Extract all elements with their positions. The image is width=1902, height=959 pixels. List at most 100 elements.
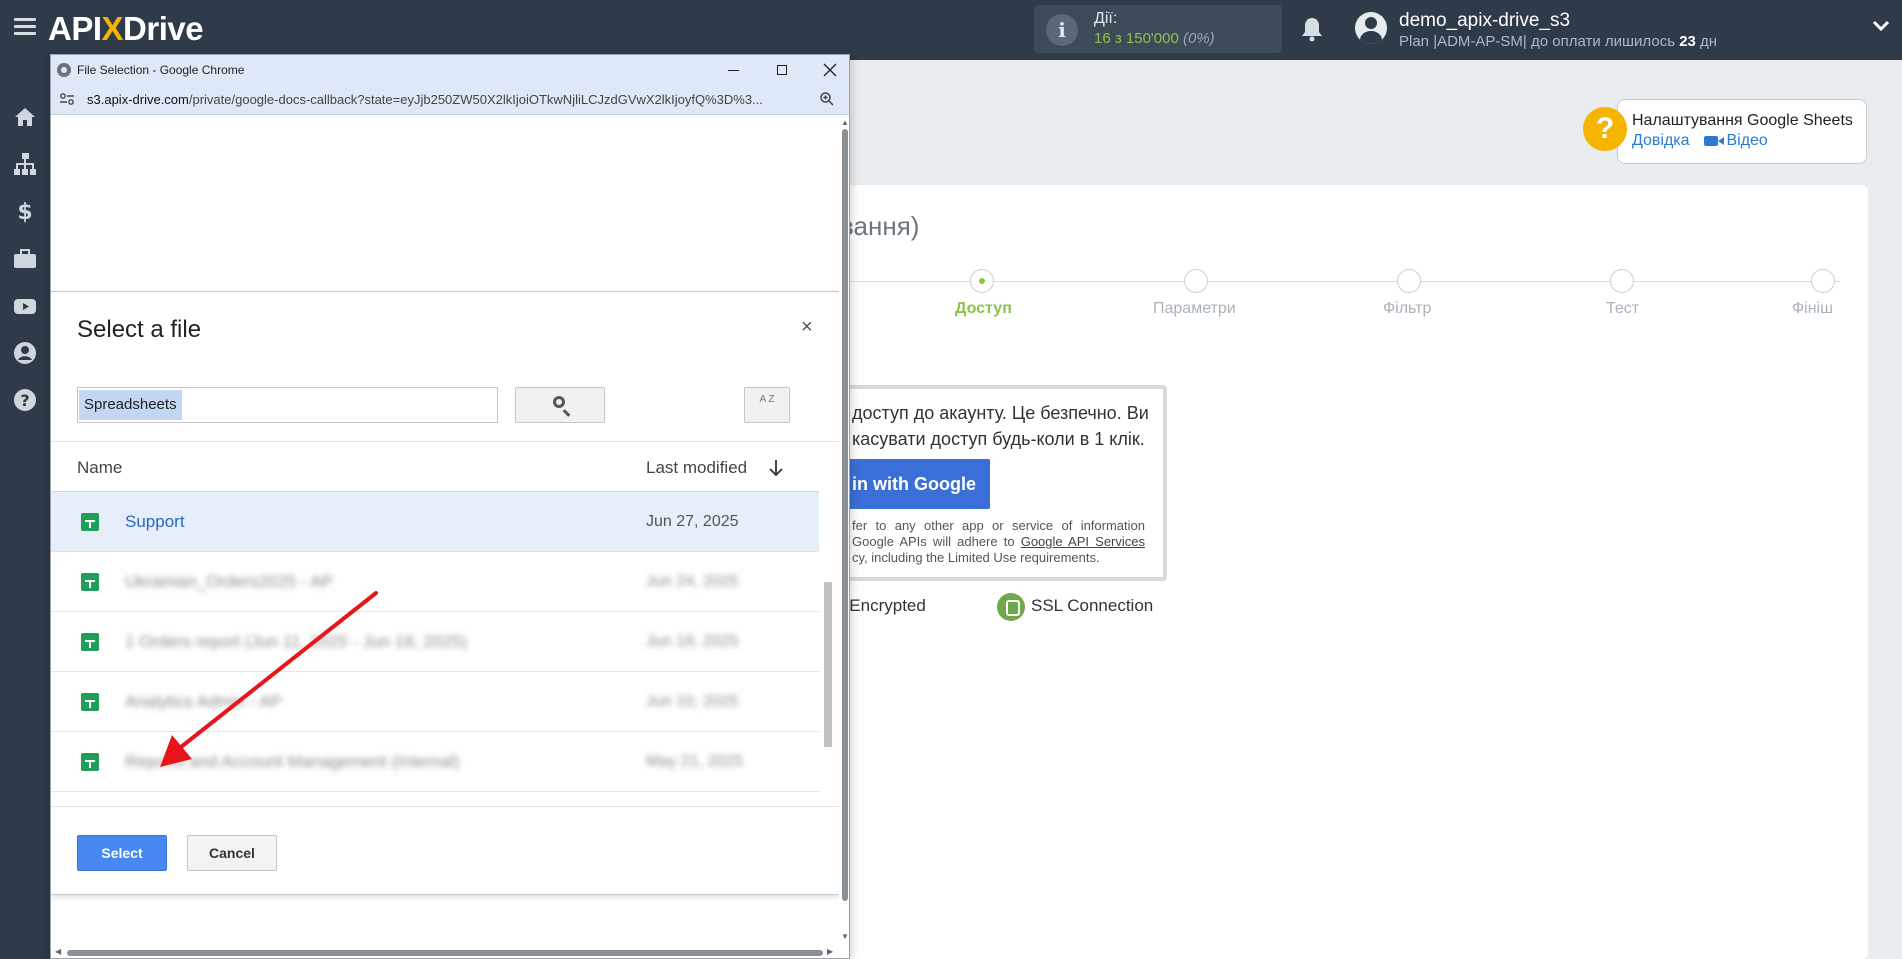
step-dot-filter[interactable]: [1397, 269, 1421, 293]
step-dot-test[interactable]: [1610, 269, 1634, 293]
username[interactable]: demo_apix-drive_s3: [1399, 10, 1570, 32]
scroll-left-icon[interactable]: ◀: [55, 947, 61, 956]
help-title: Налаштування Google Sheets: [1632, 112, 1853, 129]
url-text[interactable]: s3.apix-drive.com/private/google-docs-ca…: [87, 92, 847, 107]
step-label-test[interactable]: Тест: [1606, 300, 1639, 318]
file-picker-dialog: Select a file × Spreadsheets A Z Name La…: [51, 291, 839, 895]
step-dot-access[interactable]: [970, 269, 994, 293]
file-row[interactable]: Ukrainian_Orders2025 - AP Jun 24, 2025: [51, 552, 819, 612]
step-label-access[interactable]: Доступ: [955, 300, 1012, 318]
maximize-icon[interactable]: [772, 59, 794, 81]
picker-close-icon[interactable]: ×: [801, 316, 813, 339]
google-sheets-icon: [81, 573, 99, 591]
bell-icon[interactable]: [1300, 16, 1324, 42]
file-date: Jun 10, 2025: [646, 693, 739, 710]
select-button[interactable]: Select: [77, 835, 167, 871]
video-link[interactable]: Відео: [1726, 132, 1767, 149]
step-label-finish[interactable]: Фініш: [1792, 300, 1833, 318]
ssl-lock-icon: [997, 593, 1025, 621]
chevron-down-icon[interactable]: [1872, 20, 1890, 32]
scroll-right-icon[interactable]: ▶: [827, 947, 833, 956]
horizontal-scrollbar[interactable]: ◀ ▶: [51, 947, 849, 958]
list-scrollbar[interactable]: [824, 582, 832, 747]
dollar-icon[interactable]: $: [12, 198, 38, 224]
sitemap-icon[interactable]: [12, 151, 38, 177]
scroll-up-icon[interactable]: ▲: [841, 118, 849, 127]
file-name: Reports and Account Management (Internal…: [125, 752, 460, 771]
user-icon[interactable]: [12, 340, 38, 366]
file-row[interactable]: Analytics Admin - AP Jun 10, 2025: [51, 672, 819, 732]
step-label-filter[interactable]: Фільтр: [1383, 300, 1431, 318]
google-sheets-icon: [81, 753, 99, 771]
file-name: Support: [125, 512, 185, 531]
search-icon: [553, 396, 565, 408]
minimize-icon[interactable]: [723, 59, 745, 81]
apix-drive-logo[interactable]: APIXDrive: [48, 10, 204, 48]
popup-page: Select a file × Spreadsheets A Z Name La…: [51, 116, 839, 947]
file-row[interactable]: Reports and Account Management (Internal…: [51, 732, 819, 792]
vertical-scrollbar[interactable]: ▲ ▼: [839, 116, 849, 947]
window-titlebar: File Selection - Google Chrome: [51, 55, 849, 85]
address-bar[interactable]: s3.apix-drive.com/private/google-docs-ca…: [51, 85, 849, 115]
youtube-icon[interactable]: [12, 293, 38, 319]
signin-text: доступ до акаунту. Це безпечно. Ви касув…: [852, 403, 1149, 449]
sort-az-icon: A Z: [759, 394, 775, 405]
divider: [51, 441, 839, 442]
actions-value: 16 з 150'000 (0%): [1094, 30, 1215, 47]
file-row[interactable]: Support Jun 27, 2025: [51, 492, 819, 552]
google-api-link[interactable]: Google API Services: [1021, 534, 1145, 549]
step-dot-params[interactable]: [1184, 269, 1208, 293]
menu-icon[interactable]: [14, 18, 36, 36]
top-bar: APIXDrive i Дії: 16 з 150'000 (0%) demo_…: [0, 0, 1902, 60]
file-date: Jun 27, 2025: [646, 513, 739, 530]
sort-az-button[interactable]: A Z: [744, 387, 790, 423]
chrome-popup-window: File Selection - Google Chrome s3.apix-d…: [50, 54, 850, 959]
svg-text:$: $: [17, 200, 32, 224]
home-icon[interactable]: [12, 104, 38, 130]
file-date: Jun 18, 2025: [646, 633, 739, 650]
avatar[interactable]: [1355, 12, 1387, 44]
file-row[interactable]: 1 Orders report (Jun 11, 2025 - Jun 18, …: [51, 612, 819, 672]
ssl-label: SSL Connection: [1031, 596, 1154, 615]
sidebar: $ ?: [0, 60, 50, 959]
briefcase-icon[interactable]: [12, 246, 38, 272]
arrow-down-icon[interactable]: [768, 458, 784, 478]
zoom-icon[interactable]: [819, 91, 835, 107]
window-title: File Selection - Google Chrome: [77, 63, 245, 77]
search-input[interactable]: Spreadsheets: [77, 387, 498, 423]
search-value: Spreadsheets: [79, 390, 182, 420]
google-sheets-icon: [81, 513, 99, 531]
help-link[interactable]: Довідка: [1632, 132, 1690, 149]
cancel-button[interactable]: Cancel: [187, 835, 277, 871]
chrome-logo-icon: [57, 63, 71, 77]
video-camera-icon: [1704, 135, 1725, 146]
scroll-thumb[interactable]: [67, 950, 823, 956]
question-icon: ?: [1583, 107, 1627, 151]
site-settings-icon[interactable]: [59, 92, 75, 106]
close-icon[interactable]: [819, 59, 841, 81]
file-name: Analytics Admin - AP: [125, 692, 282, 711]
scroll-thumb[interactable]: [842, 129, 848, 901]
file-name: 1 Orders report (Jun 11, 2025 - Jun 18, …: [125, 632, 467, 651]
google-disclaimer: fer to any other app or service of infor…: [852, 518, 1145, 565]
step-dot-finish[interactable]: [1811, 269, 1835, 293]
google-sheets-icon: [81, 693, 99, 711]
scroll-down-icon[interactable]: ▼: [841, 932, 849, 941]
help-icon[interactable]: ?: [12, 387, 38, 413]
svg-text:?: ?: [20, 391, 29, 410]
file-date: May 21, 2025: [646, 753, 743, 770]
picker-title: Select a file: [77, 316, 202, 343]
step-label-params[interactable]: Параметри: [1153, 300, 1236, 318]
step-title: вання): [840, 211, 920, 241]
info-icon: i: [1046, 14, 1078, 46]
actions-label: Дії:: [1094, 10, 1118, 27]
google-sheets-icon: [81, 633, 99, 651]
column-modified-header[interactable]: Last modified: [646, 458, 747, 478]
divider: [51, 806, 839, 807]
file-date: Jun 24, 2025: [646, 573, 739, 590]
file-name: Ukrainian_Orders2025 - AP: [125, 572, 333, 591]
actions-counter: i Дії: 16 з 150'000 (0%): [1034, 5, 1282, 53]
column-name-header[interactable]: Name: [77, 458, 122, 478]
plan-info: Plan |ADM-AP-SM| до оплати лишилось 23 д…: [1399, 33, 1718, 50]
search-button[interactable]: [515, 387, 605, 423]
